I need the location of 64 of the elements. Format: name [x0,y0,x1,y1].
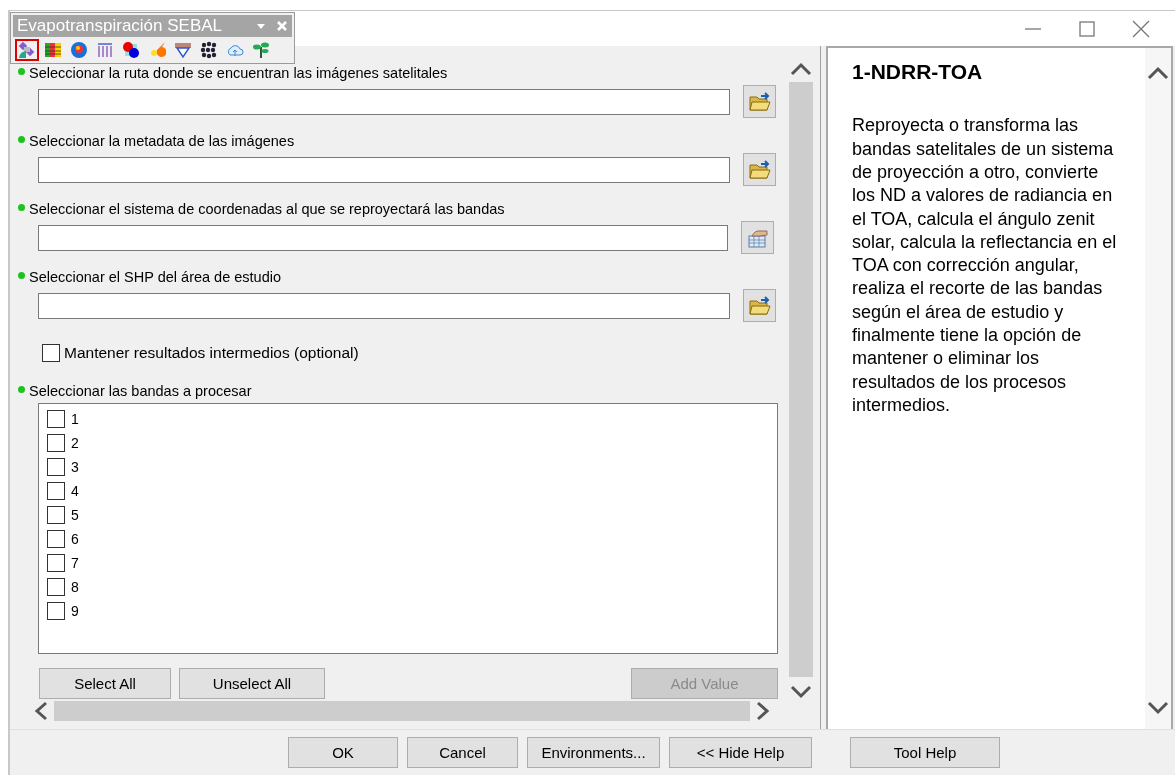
path-input-field[interactable] [38,224,728,251]
checkbox[interactable] [47,530,65,549]
checkbox[interactable] [47,410,65,429]
parameter-label: Seleccionar la ruta donde se encuentran las imágenes satelitales [18,64,788,83]
band-label: 6 [71,531,79,548]
scroll-left-icon[interactable] [34,701,48,722]
checkbox[interactable] [47,506,65,525]
parameter-label: Seleccionar las bandas a procesar [18,382,788,401]
checkbox[interactable] [47,458,65,477]
scroll-down-icon[interactable] [1147,701,1169,716]
circles-icon [122,41,140,59]
folder-icon [748,91,771,112]
dialog-button[interactable]: << Hide Help [669,737,812,769]
band-label: 9 [71,603,79,620]
satellite-icon [18,41,36,59]
band-label: 7 [71,555,79,572]
help-text: Reproyecta o transforma las bandas satelitales de un sistema de proyección a otro, convierte los ND a valores de radiancia en el TOA, calcula el ángulo zenit solar, calcula la reflectancia en el TOA con corrección angular, realiza el recorte de las bandas según el área de estudio y finalmente tiene la opción de mantener o eliminar los resultados de los procesos intermedios. [852,114,1118,417]
dialog-button[interactable]: Cancel [407,737,518,769]
parameter-label: Seleccionar el sistema de coordenadas al que se reproyectará las bandas [18,200,788,219]
scrollbar-thumb[interactable] [789,82,813,678]
browse-button[interactable] [741,221,774,255]
help-title: 1-NDRR-TOA [852,60,984,85]
dialog-button[interactable]: Tool Help [850,737,1000,769]
scrollbar-thumb[interactable] [54,701,750,722]
checkbox[interactable] [42,344,60,363]
shield-icon [174,41,192,59]
path-input-field[interactable] [38,156,730,183]
checkbox[interactable] [47,578,65,597]
band-label: 2 [71,435,79,452]
cluster-icon [200,41,218,59]
plant-icon [252,41,270,59]
checkbox[interactable] [47,554,65,573]
browse-button[interactable] [743,289,776,323]
dialog-button[interactable]: Environments... [527,737,660,769]
browse-button[interactable] [743,153,776,187]
scroll-up-icon[interactable] [1147,66,1169,81]
parameter-label: Seleccionar el SHP del área de estudio [18,268,788,287]
path-input-field[interactable] [38,88,730,115]
list-action-button[interactable]: Select All [39,668,171,700]
parameter-label: Seleccionar la metadata de las imágenes [18,132,788,151]
band-label: 3 [71,459,79,476]
list-action-button[interactable]: Unselect All [179,668,325,700]
grid-icon [44,41,62,59]
close-icon[interactable] [1131,18,1151,39]
toolbar-title: Evapotranspiración SEBAL [17,16,224,36]
dialog-button[interactable]: OK [288,737,398,769]
checkbox-label: Mantener resultados intermedios (optional) [64,344,359,363]
checkbox[interactable] [47,482,65,501]
browse-button[interactable] [743,85,776,119]
folder-icon [748,295,771,316]
scroll-up-icon[interactable] [790,62,812,77]
band-label: 4 [71,483,79,500]
table-hand-icon [746,227,769,248]
folder-icon [748,159,771,180]
scroll-right-icon[interactable] [756,701,770,722]
path-input-field[interactable] [38,292,730,319]
scroll-down-icon[interactable] [790,685,812,700]
checkbox[interactable] [47,602,65,621]
checkbox[interactable] [47,434,65,453]
test-tubes-icon [96,41,114,59]
band-label: 5 [71,507,79,524]
band-label: 1 [71,411,79,428]
band-label: 8 [71,579,79,596]
globe-icon [70,41,88,59]
